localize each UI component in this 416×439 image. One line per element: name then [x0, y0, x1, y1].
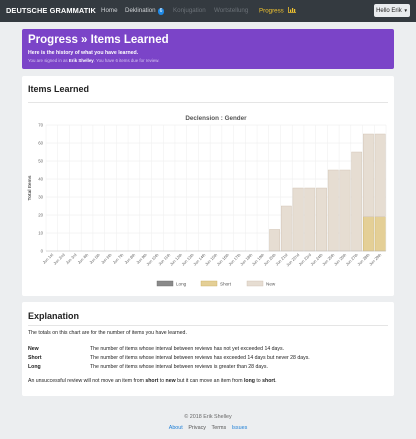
x-tick-label: Jun 4th	[76, 252, 89, 265]
x-tick-label: Jun 5th	[88, 252, 101, 265]
legend-label-new: New	[266, 281, 276, 286]
explanation-note: An unsuccessful review will not move an …	[28, 378, 277, 384]
bar-new	[351, 151, 363, 252]
x-tick-label: Jun 3rd	[65, 252, 78, 265]
due-count-badge: 6	[157, 8, 165, 15]
y-tick-label: 20	[38, 213, 43, 218]
x-tick-label: Jun 6th	[100, 252, 113, 265]
bar-new	[363, 133, 374, 218]
nav-item-home[interactable]: Home	[101, 7, 118, 14]
nav-item-wortstellung: Wortstellung	[214, 7, 249, 14]
bar-short	[363, 216, 374, 252]
note-term: short	[262, 378, 276, 384]
footer-link-terms[interactable]: Terms	[212, 425, 227, 431]
footer-link-about[interactable]: About	[169, 425, 183, 431]
page-subtitle: Here is the history of what you have lea…	[28, 50, 139, 56]
note-text: to	[158, 378, 166, 384]
nav-item-konjugation: Konjugation	[173, 7, 206, 14]
user-menu-button[interactable]: Hello Erik ▼	[374, 4, 410, 17]
explanation-title: Explanation	[28, 311, 80, 321]
user-menu-label: Hello Erik	[376, 8, 402, 14]
nav-item-deklination[interactable]: Deklination 6	[125, 7, 165, 15]
signed-in-prefix: You are signed in as	[28, 58, 69, 63]
bar-new	[269, 229, 280, 252]
bar-chart-icon	[287, 7, 296, 13]
nav-item-progress-label: Progress	[259, 7, 284, 15]
bar-new	[292, 187, 304, 252]
divider	[28, 325, 388, 326]
x-tick-label: Jun 2nd	[52, 252, 66, 266]
legend-swatch-short	[200, 280, 218, 287]
x-tick-label: Jun 8th	[123, 252, 136, 265]
y-tick-label: 0	[41, 249, 44, 254]
explanation-intro: The totals on this chart are for the num…	[28, 330, 187, 336]
page-header: Progress » Items Learned Here is the his…	[22, 29, 394, 69]
y-tick-label: 50	[38, 159, 43, 164]
legend-label-long: Long	[176, 281, 187, 286]
bar-new	[304, 187, 316, 252]
bar-new	[339, 169, 351, 252]
items-learned-card: Items Learned Declension : Gender 0 10 20 30…	[22, 76, 394, 296]
navbar: DEUTSCHE GRAMMATIK Home Deklination 6 Kon…	[0, 0, 416, 22]
term-short: Short	[28, 355, 42, 361]
bar-new	[327, 169, 339, 252]
page-title: Progress » Items Learned	[28, 34, 169, 46]
y-tick-label: 30	[38, 195, 43, 200]
term-long: Long	[28, 364, 41, 370]
y-axis-label: Total Items	[27, 175, 33, 200]
bar-new	[316, 187, 327, 252]
desc-new: The number of items whose interval betwe…	[90, 346, 285, 352]
signed-in-suffix: . You have 6 items due for review.	[93, 58, 160, 63]
bar-new	[374, 133, 386, 218]
chart-title: Declension : Gender	[185, 115, 247, 122]
note-text: .	[275, 378, 277, 384]
footer-link-privacy[interactable]: Privacy	[188, 425, 206, 431]
chevron-down-icon: ▼	[403, 8, 408, 13]
y-tick-label: 70	[38, 123, 43, 128]
nav-item-progress[interactable]: Progress	[259, 7, 296, 15]
term-new: New	[28, 346, 39, 352]
bar-new	[280, 205, 292, 252]
note-term: long	[243, 378, 255, 384]
items-learned-chart: Declension : Gender 0 10 20 30 40 50 60 70 Total …	[27, 115, 387, 287]
footer-link-issues[interactable]: Issues	[232, 425, 248, 431]
bar-short	[374, 216, 386, 252]
brand-logo[interactable]: DEUTSCHE GRAMMATIK	[6, 6, 96, 15]
signed-in-user: Erik Shelley	[68, 58, 94, 63]
x-tick-label: Jun 7th	[112, 252, 125, 265]
legend-swatch-long	[156, 280, 174, 287]
note-term: new	[165, 378, 176, 384]
explanation-card: Explanation The totals on this chart are…	[22, 302, 394, 396]
footer-copyright: © 2018 Erik Shelley	[184, 414, 232, 420]
desc-short: The number of items whose interval betwe…	[90, 355, 310, 361]
legend-label-short: Short	[220, 281, 232, 286]
nav-item-deklination-label: Deklination	[125, 7, 156, 14]
legend-swatch-new	[246, 280, 264, 287]
desc-long: The number of items whose interval betwe…	[90, 364, 268, 370]
y-tick-label: 10	[38, 231, 43, 236]
x-tick-label: Jun 29th	[368, 252, 382, 266]
note-term: short	[145, 378, 159, 384]
y-tick-label: 40	[38, 177, 43, 182]
y-tick-label: 60	[38, 141, 43, 146]
footer-links: About Privacy Terms Issues	[0, 425, 416, 431]
signed-in-info: You are signed in as Erik Shelley. You h…	[28, 58, 159, 63]
note-text: but it can move an item from	[175, 378, 244, 384]
note-text: An unsuccessful review will not move an …	[28, 378, 146, 384]
